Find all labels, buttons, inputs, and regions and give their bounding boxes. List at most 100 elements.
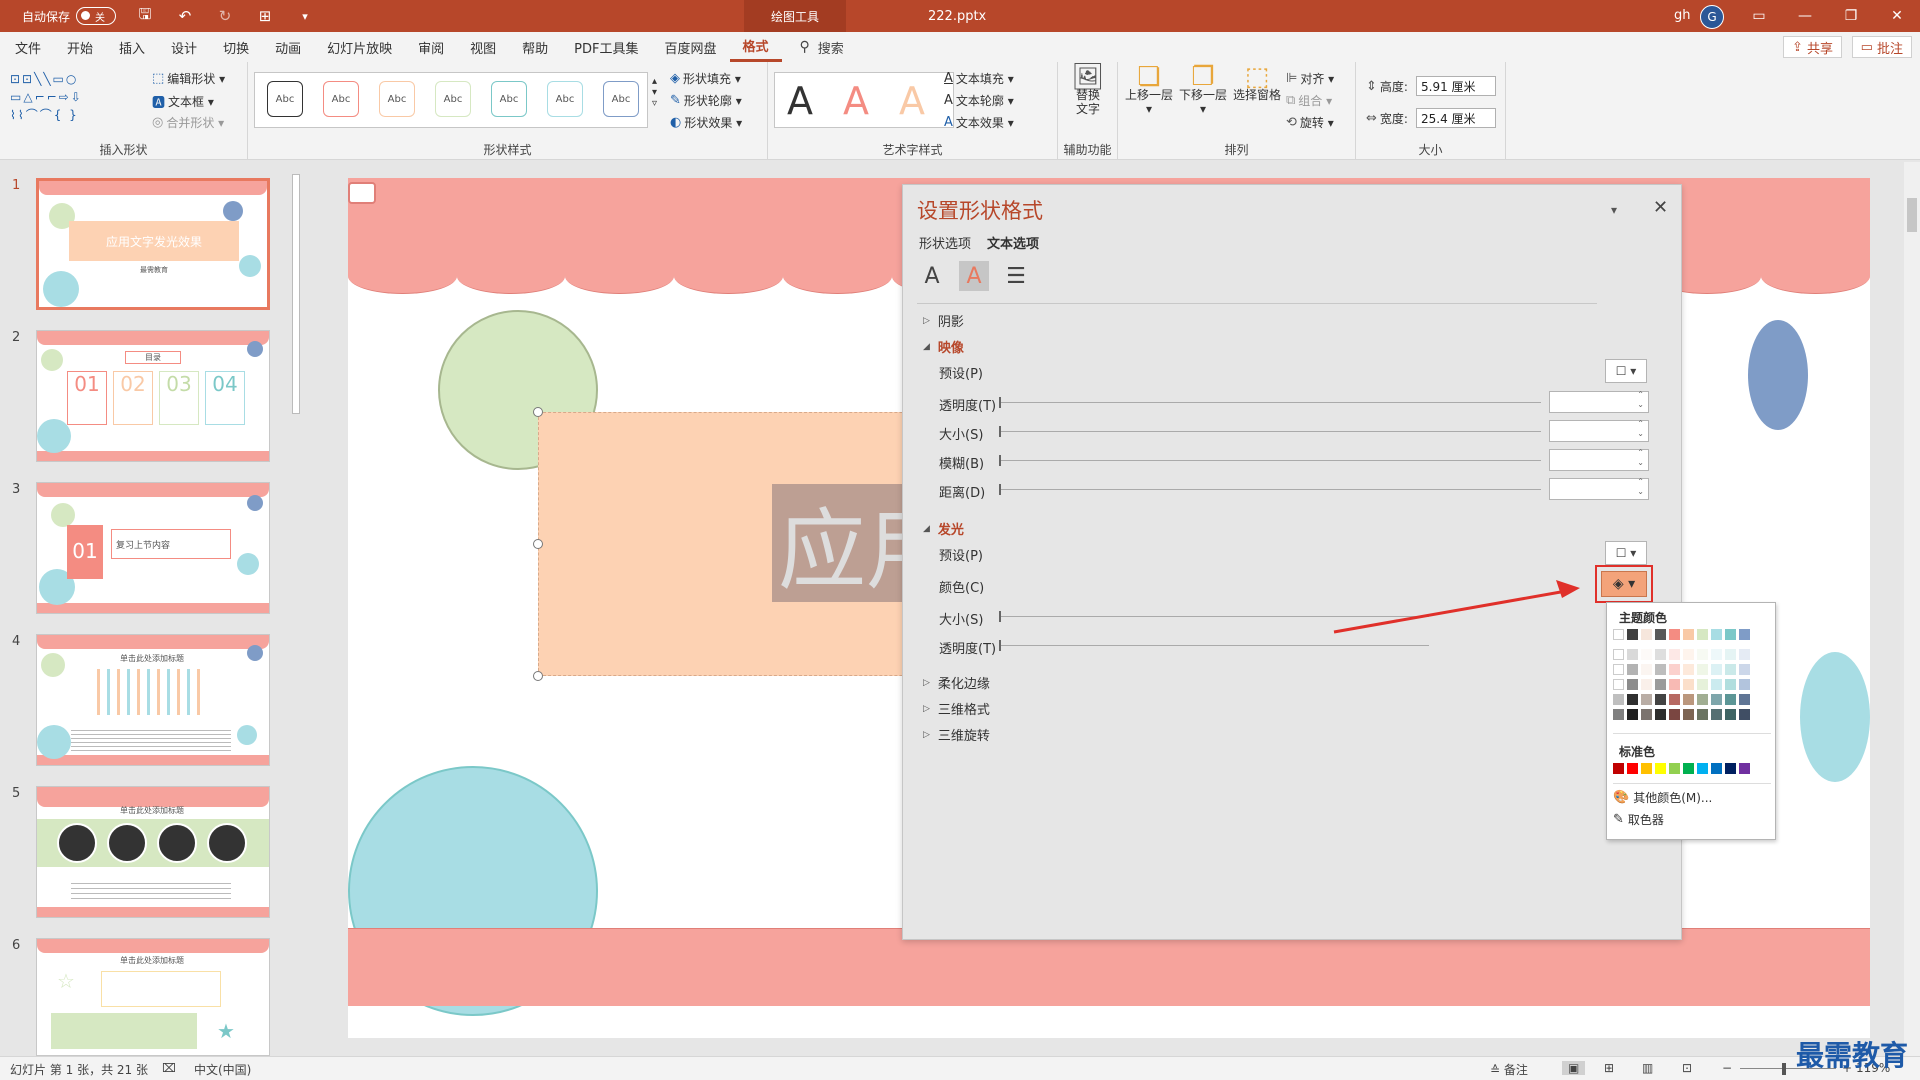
standard-color-swatch[interactable] <box>1669 763 1680 774</box>
theme-shade-swatch[interactable] <box>1613 709 1624 720</box>
text-effects-icon[interactable]: A <box>959 261 989 291</box>
theme-shade-swatch[interactable] <box>1683 649 1694 660</box>
reflection-size-slider[interactable] <box>999 426 1541 437</box>
slide-thumbnail-3[interactable]: 01 复习上节内容 <box>36 482 270 614</box>
theme-shade-swatch[interactable] <box>1655 694 1666 705</box>
close-pane-icon[interactable]: ✕ <box>1653 197 1668 218</box>
tab-shape-options[interactable]: 形状选项 <box>919 233 971 252</box>
standard-color-swatch[interactable] <box>1627 763 1638 774</box>
tab-home[interactable]: 开始 <box>54 32 106 62</box>
resize-handle[interactable] <box>533 539 543 549</box>
theme-shade-swatch[interactable] <box>1697 709 1708 720</box>
theme-color-swatch[interactable] <box>1725 629 1736 640</box>
theme-shade-swatch[interactable] <box>1641 709 1652 720</box>
notes-button[interactable]: ≙ 备注 <box>1490 1061 1528 1078</box>
wordart-swatch[interactable]: A <box>899 79 925 123</box>
theme-shade-swatch[interactable] <box>1655 649 1666 660</box>
section-shadow[interactable]: ▷ 阴影 <box>923 311 964 330</box>
edit-shape-button[interactable]: ⬚ 编辑形状 ▾ <box>152 70 225 87</box>
undo-icon[interactable]: ↶ <box>174 7 196 25</box>
reflection-preset-dropdown[interactable]: ☐ ▾ <box>1605 359 1647 383</box>
section-glow[interactable]: ◢ 发光 <box>923 519 964 538</box>
zoom-slider-knob[interactable] <box>1782 1063 1786 1075</box>
accessibility-check-icon[interactable]: ⌧ <box>162 1061 176 1075</box>
theme-shade-swatch[interactable] <box>1627 709 1638 720</box>
width-input[interactable]: 25.4 厘米 <box>1416 108 1496 128</box>
editor-scroll-thumb[interactable] <box>1907 198 1917 232</box>
editor-scrollbar[interactable] <box>1904 162 1920 1056</box>
theme-shade-swatch[interactable] <box>1655 679 1666 690</box>
theme-shade-swatch[interactable] <box>1669 709 1680 720</box>
tab-review[interactable]: 审阅 <box>405 32 457 62</box>
theme-shade-swatch[interactable] <box>1613 649 1624 660</box>
user-avatar[interactable]: G <box>1700 5 1724 29</box>
ribbon-display-icon[interactable]: ▭ <box>1736 0 1782 32</box>
tab-view[interactable]: 视图 <box>457 32 509 62</box>
shape-style-swatch[interactable]: Abc <box>603 81 639 117</box>
theme-color-swatch[interactable] <box>1683 629 1694 640</box>
theme-shade-swatch[interactable] <box>1739 709 1750 720</box>
eyedropper-item[interactable]: ✎ 取色器 <box>1613 811 1664 828</box>
text-box-button[interactable]: 🅰 文本框 ▾ <box>152 92 214 112</box>
comments-button[interactable]: ▭ 批注 <box>1851 36 1912 58</box>
tab-help[interactable]: 帮助 <box>509 32 561 62</box>
shape-fill-button[interactable]: ◈ 形状填充 ▾ <box>670 70 741 87</box>
tab-file[interactable]: 文件 <box>2 32 54 62</box>
bring-forward-button[interactable]: ❏ 上移一层 ▾ <box>1122 64 1176 116</box>
reflection-transparency-slider[interactable] <box>999 397 1541 408</box>
theme-shade-swatch[interactable] <box>1627 664 1638 675</box>
standard-color-swatch[interactable] <box>1697 763 1708 774</box>
shape-style-swatch[interactable]: Abc <box>435 81 471 117</box>
theme-shade-swatch[interactable] <box>1669 664 1680 675</box>
send-backward-button[interactable]: ❐ 下移一层 ▾ <box>1176 64 1230 116</box>
theme-shade-swatch[interactable] <box>1711 649 1722 660</box>
theme-shade-swatch[interactable] <box>1739 649 1750 660</box>
alt-text-button[interactable]: 🖼 替换 文字 <box>1061 64 1115 116</box>
wordart-swatch[interactable]: A <box>843 79 869 123</box>
thumbnail-scroll-thumb[interactable] <box>292 174 300 414</box>
reflection-distance-slider[interactable] <box>999 484 1541 495</box>
glow-preset-dropdown[interactable]: ☐ ▾ <box>1605 541 1647 565</box>
theme-shade-swatch[interactable] <box>1641 694 1652 705</box>
rotate-button[interactable]: ⟲ 旋转 ▾ <box>1286 114 1334 131</box>
height-input[interactable]: 5.91 厘米 <box>1416 76 1496 96</box>
reflection-size-input[interactable] <box>1549 419 1649 442</box>
text-outline-button[interactable]: A 文本轮廓 ▾ <box>944 92 1014 109</box>
standard-color-swatch[interactable] <box>1683 763 1694 774</box>
section-soft-edges[interactable]: ▷ 柔化边缘 <box>923 673 990 692</box>
merge-shapes-button[interactable]: ◎ 合并形状 ▾ <box>152 114 224 131</box>
autosave-toggle[interactable]: 关 <box>76 7 117 25</box>
theme-shade-swatch[interactable] <box>1683 679 1694 690</box>
theme-shade-swatch[interactable] <box>1655 709 1666 720</box>
theme-shade-swatch[interactable] <box>1655 664 1666 675</box>
theme-shade-swatch[interactable] <box>1669 679 1680 690</box>
standard-color-swatch[interactable] <box>1613 763 1624 774</box>
theme-shade-swatch[interactable] <box>1613 694 1624 705</box>
slideshow-icon[interactable]: ⊡ <box>1682 1061 1692 1075</box>
text-fill-button[interactable]: A 文本填充 ▾ <box>944 70 1014 87</box>
theme-shade-swatch[interactable] <box>1683 664 1694 675</box>
redo-icon[interactable]: ↻ <box>214 7 236 25</box>
theme-color-swatch[interactable] <box>1669 629 1680 640</box>
tab-design[interactable]: 设计 <box>158 32 210 62</box>
theme-shade-swatch[interactable] <box>1641 664 1652 675</box>
theme-shade-swatch[interactable] <box>1669 649 1680 660</box>
glow-transparency-slider[interactable] <box>999 640 1429 651</box>
theme-color-swatch[interactable] <box>1641 629 1652 640</box>
theme-shade-swatch[interactable] <box>1683 694 1694 705</box>
standard-color-swatch[interactable] <box>1641 763 1652 774</box>
group-objects-button[interactable]: ⧉ 组合 ▾ <box>1286 92 1332 109</box>
slide-thumbnail-5[interactable]: 单击此处添加标题 <box>36 786 270 918</box>
theme-shade-swatch[interactable] <box>1725 679 1736 690</box>
reflection-blur-slider[interactable] <box>999 455 1541 466</box>
theme-color-swatch[interactable] <box>1655 629 1666 640</box>
tab-pdf-tools[interactable]: PDF工具集 <box>561 32 651 62</box>
theme-shade-swatch[interactable] <box>1613 679 1624 690</box>
language-indicator[interactable]: 中文(中国) <box>194 1061 251 1078</box>
theme-shade-swatch[interactable] <box>1739 694 1750 705</box>
reflection-distance-input[interactable] <box>1549 477 1649 500</box>
restore-icon[interactable]: ❐ <box>1828 0 1874 32</box>
pane-options-dropdown-icon[interactable]: ▾ <box>1611 203 1617 217</box>
theme-color-swatch[interactable] <box>1627 629 1638 640</box>
thumbnail-scrollbar[interactable] <box>290 166 302 1054</box>
